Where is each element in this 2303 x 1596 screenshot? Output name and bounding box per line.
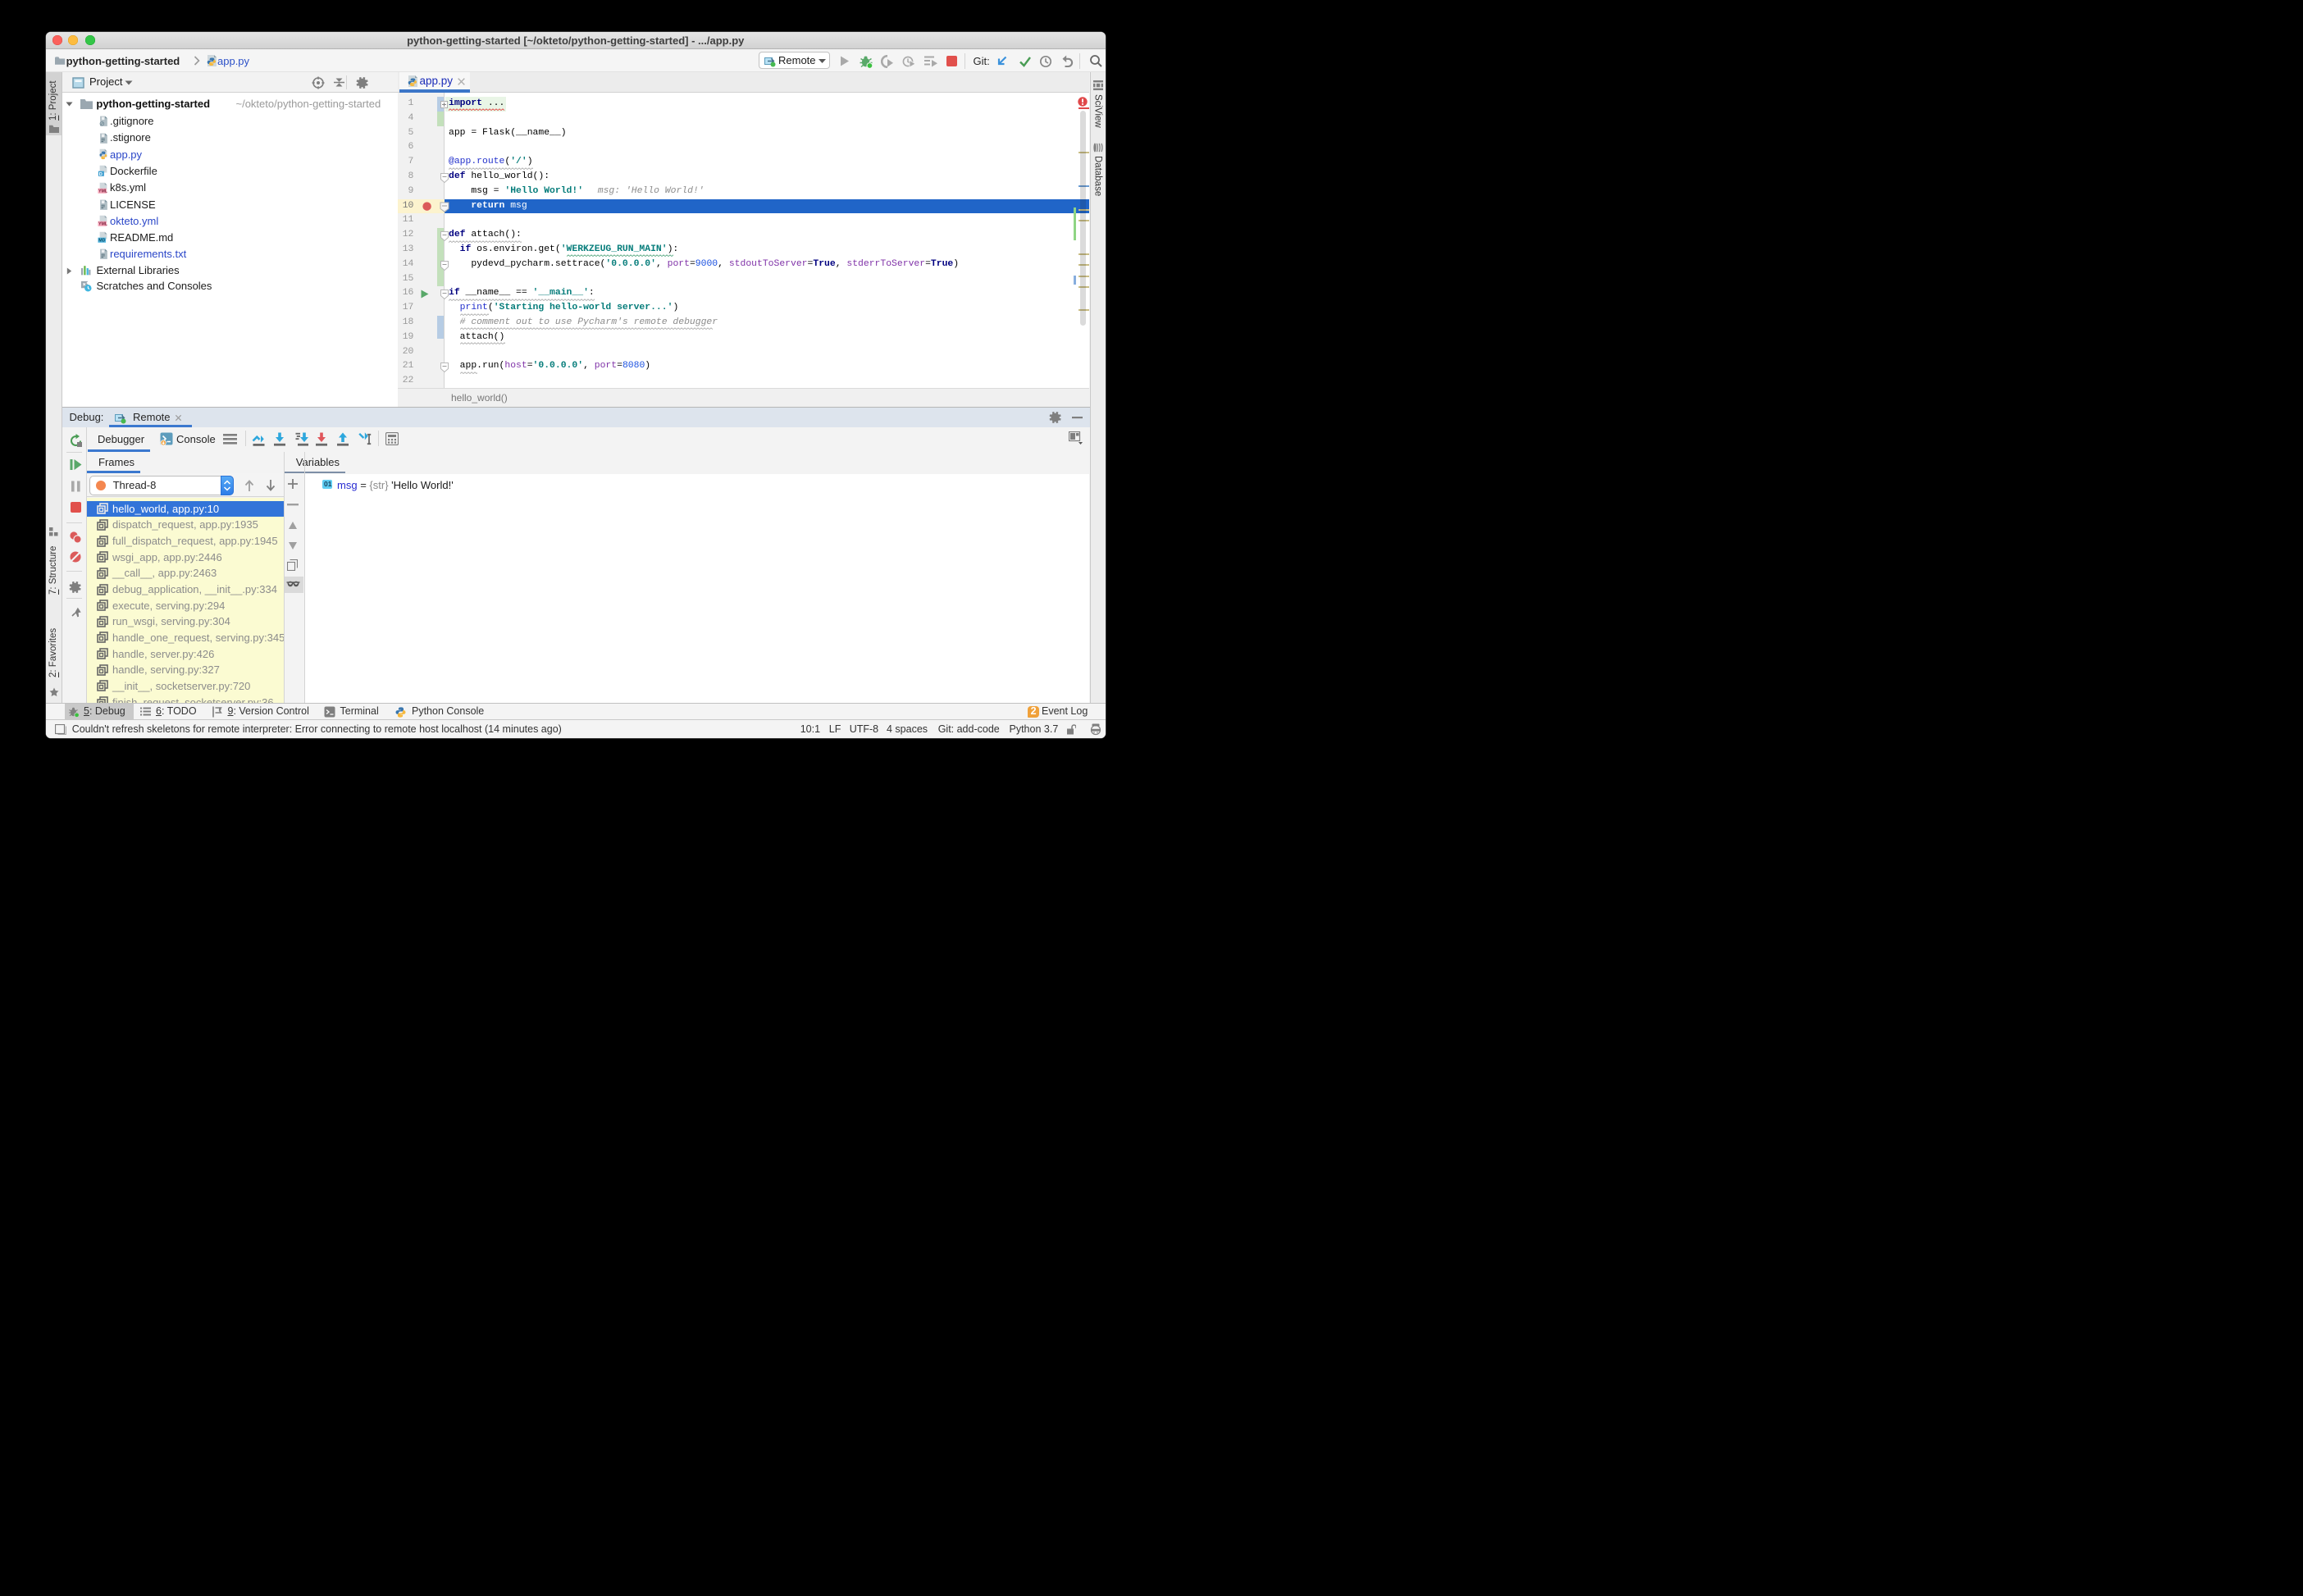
svg-text:D: D <box>99 172 103 177</box>
svg-text:MD: MD <box>98 239 105 244</box>
svg-text:YML: YML <box>98 222 108 227</box>
svg-text:YML: YML <box>98 189 108 194</box>
